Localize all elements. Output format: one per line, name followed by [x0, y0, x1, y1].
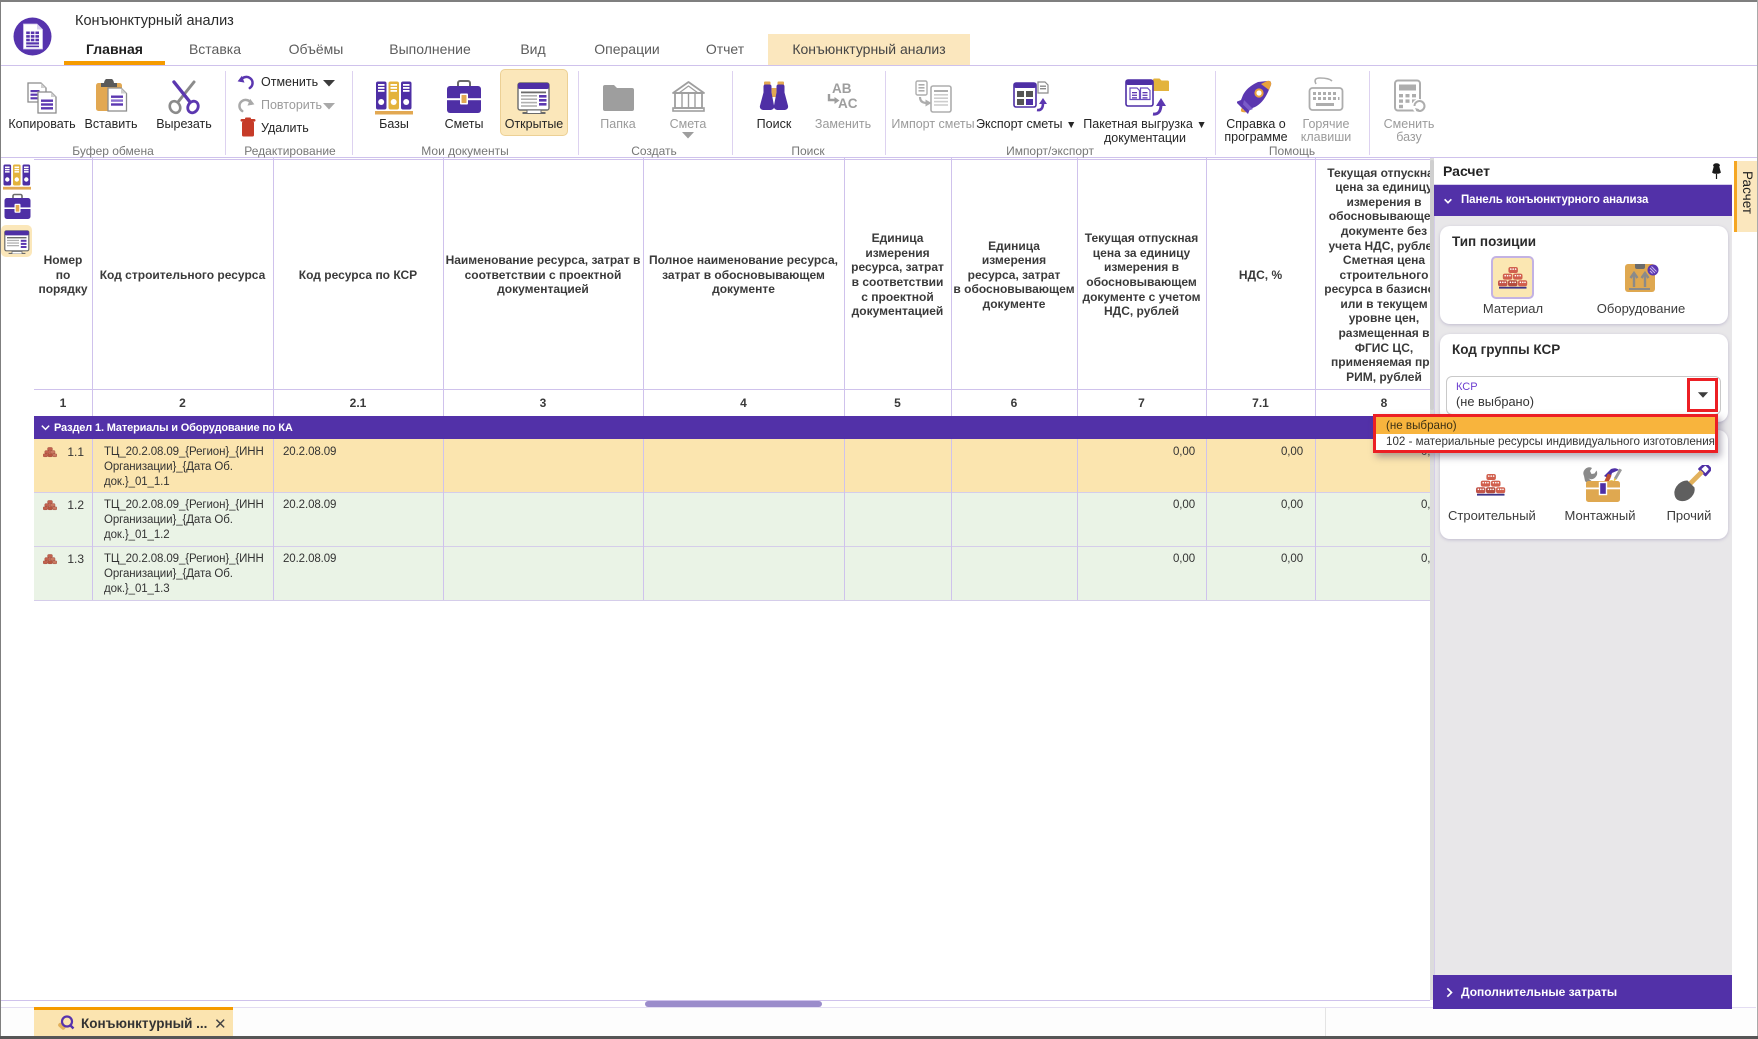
- svg-text:AB: AB: [832, 81, 852, 96]
- svg-text:AC: AC: [838, 96, 858, 111]
